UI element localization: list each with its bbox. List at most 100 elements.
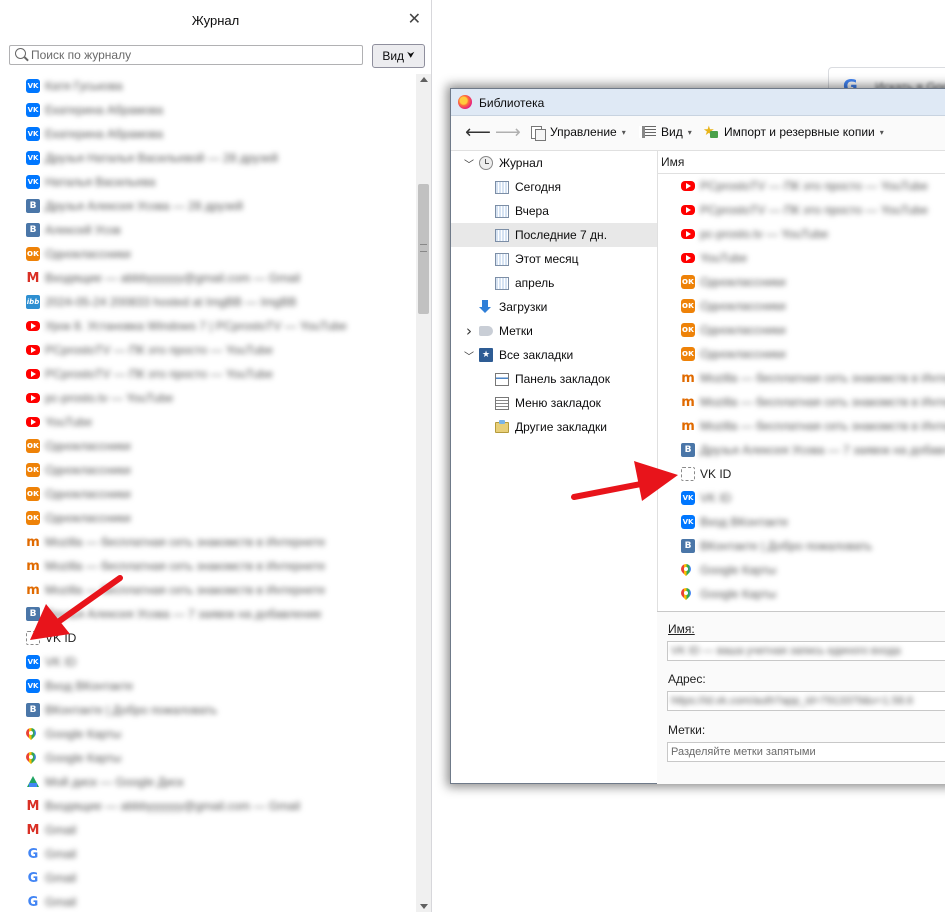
item-title: VK ID xyxy=(700,467,732,481)
history-item[interactable]: m Mozilla — бесплатная сеть знакомств в И… xyxy=(657,390,945,414)
history-item[interactable]: m Mozilla — бесплатная сеть знакомств в И… xyxy=(0,530,416,554)
chevron-down-icon[interactable]: ﹀ xyxy=(463,348,475,363)
history-item[interactable]: ок Одноклассники xyxy=(657,342,945,366)
history-item[interactable]: VK ID xyxy=(0,626,416,650)
tree-item[interactable]: Этот месяц xyxy=(451,247,657,271)
item-title: Екатерина Абрамова xyxy=(45,127,164,141)
history-item[interactable]: m Mozilla — бесплатная сеть знакомств в И… xyxy=(657,366,945,390)
history-item[interactable]: Google Карты xyxy=(0,746,416,770)
chevron-down-icon[interactable]: ﹀ xyxy=(463,156,475,171)
item-title: Gmail xyxy=(45,895,77,909)
close-icon[interactable]: ✕ xyxy=(408,9,421,29)
history-sidebar: Журнал ✕ Вид ⮟ VK Катя Гуськова VK Екатерин… xyxy=(0,0,432,912)
history-item[interactable]: PCprostoTV — ПК это просто — YouTube xyxy=(0,362,416,386)
history-item[interactable]: VK Екатерина Абрамова xyxy=(0,98,416,122)
address-label: Адрес: xyxy=(668,672,706,686)
history-search-box[interactable] xyxy=(9,45,363,65)
tree-item[interactable]: Другие закладки xyxy=(451,415,657,439)
history-item[interactable]: VK Наталья Васильева xyxy=(0,170,416,194)
history-item[interactable]: VK VK ID xyxy=(657,486,945,510)
history-item[interactable]: B ВКонтакте | Добро пожаловать xyxy=(657,534,945,558)
history-item[interactable]: VK VK ID xyxy=(0,650,416,674)
bookmarks-toolbar-icon xyxy=(495,372,509,386)
history-item[interactable]: m Mozilla — бесплатная сеть знакомств в И… xyxy=(0,554,416,578)
history-item[interactable]: PCprostoTV — ПК это просто — YouTube xyxy=(657,198,945,222)
tree-item[interactable]: Вчера xyxy=(451,199,657,223)
address-field[interactable]: https://id.vk.com/auth?app_id=7913379&v=… xyxy=(667,691,945,711)
view-menu-button[interactable]: Вид ▾ xyxy=(639,125,692,139)
history-item[interactable]: Google Карты xyxy=(0,722,416,746)
tree-item[interactable]: апрель xyxy=(451,271,657,295)
name-field[interactable]: VK ID — ваша учетная запись единого вход… xyxy=(667,641,945,661)
history-item[interactable]: M Входящие — abbbyyyyyy@gmail.com — Gmail xyxy=(0,266,416,290)
history-item[interactable]: G Gmail xyxy=(0,842,416,866)
scroll-up-icon[interactable] xyxy=(420,77,428,82)
history-item[interactable]: YouTube xyxy=(657,246,945,270)
youtube-icon xyxy=(26,417,40,427)
history-search-input[interactable] xyxy=(31,47,351,63)
history-item[interactable]: pc-prosto.tv — YouTube xyxy=(657,222,945,246)
history-item[interactable]: G Gmail xyxy=(0,890,416,912)
tree-item[interactable]: Меню закладок xyxy=(451,391,657,415)
vkontakte-b-icon: B xyxy=(26,199,40,213)
library-titlebar[interactable]: Библиотека xyxy=(451,89,945,116)
history-item[interactable]: ibb 2024-05-24 200833 hosted at ImgBB — I… xyxy=(0,290,416,314)
history-item[interactable]: PCprostoTV — ПК это просто — YouTube xyxy=(0,338,416,362)
forward-arrow-icon[interactable]: ⟶ xyxy=(495,122,521,143)
tree-item[interactable]: ﹀ Журнал xyxy=(451,151,657,175)
history-item[interactable]: G Gmail xyxy=(0,866,416,890)
history-item[interactable]: B ВКонтакте | Добро пожаловать xyxy=(0,698,416,722)
history-item[interactable]: VK Друзья Наталья Васильевой — 28 друзей xyxy=(0,146,416,170)
history-item[interactable]: ок Одноклассники xyxy=(0,506,416,530)
bookmarks-star-icon: ★ xyxy=(479,348,493,362)
history-item[interactable]: pc-prosto.tv — YouTube xyxy=(0,386,416,410)
history-item[interactable]: ок Одноклассники xyxy=(0,458,416,482)
history-item[interactable]: m Mozilla — бесплатная сеть знакомств в И… xyxy=(657,414,945,438)
google-icon: G xyxy=(27,846,39,862)
history-item[interactable]: VK Вход ВКонтакте xyxy=(657,510,945,534)
history-item[interactable]: ок Одноклассники xyxy=(657,318,945,342)
tree-item[interactable]: Сегодня xyxy=(451,175,657,199)
history-item[interactable]: B Друзья Алексея Усова — 7 заявок на доба… xyxy=(657,438,945,462)
back-arrow-icon[interactable]: ⟵ xyxy=(465,122,491,143)
column-header-name[interactable]: Имя xyxy=(657,151,945,174)
history-item[interactable]: B Друзья Алексея Усова — 7 заявок на доба… xyxy=(0,602,416,626)
tree-item[interactable]: Панель закладок xyxy=(451,367,657,391)
tree-item[interactable]: ﹀ ★ Все закладки xyxy=(451,343,657,367)
tags-field[interactable]: Разделяйте метки запятыми xyxy=(667,742,945,762)
history-item[interactable]: Урок 8. Установка Windows 7 | PCprostoTV… xyxy=(0,314,416,338)
history-item[interactable]: VK Катя Гуськова xyxy=(0,74,416,98)
history-item[interactable]: M Входящие — abbbyyyyyy@gmail.com — Gmail xyxy=(0,794,416,818)
history-item[interactable]: ок Одноклассники xyxy=(0,242,416,266)
calendar-icon xyxy=(495,180,509,194)
history-item[interactable]: ок Одноклассники xyxy=(657,270,945,294)
tree-item[interactable]: › Метки xyxy=(451,319,657,343)
chevron-right-icon[interactable]: › xyxy=(463,322,475,340)
tree-item[interactable]: Последние 7 дн. xyxy=(451,223,657,247)
history-item[interactable]: M Gmail xyxy=(0,818,416,842)
history-item[interactable]: Мой диск — Google Диск xyxy=(0,770,416,794)
import-backup-menu-button[interactable]: Импорт и резервные копии ▾ xyxy=(703,123,884,139)
history-item[interactable]: B Друзья Алексея Усова — 28 друзей xyxy=(0,194,416,218)
history-item[interactable]: VK ID xyxy=(657,462,945,486)
item-title: Входящие — abbbyyyyyy@gmail.com — Gmail xyxy=(45,799,301,813)
sidebar-scrollbar[interactable] xyxy=(416,74,431,912)
history-item[interactable]: YouTube xyxy=(0,410,416,434)
history-item[interactable]: PCprostoTV — ПК это просто — YouTube xyxy=(657,174,945,198)
history-item[interactable]: Google Карты xyxy=(657,558,945,582)
history-item[interactable]: VK Екатерина Абрамова xyxy=(0,122,416,146)
scroll-down-icon[interactable] xyxy=(420,904,428,909)
manage-menu-button[interactable]: Управление ▾ xyxy=(531,125,626,141)
view-menu-button[interactable]: Вид ⮟ xyxy=(372,44,425,68)
gmail-icon: M xyxy=(26,822,40,838)
history-item[interactable]: m Mozilla — бесплатная сеть знакомств в И… xyxy=(0,578,416,602)
history-item[interactable]: ок Одноклассники xyxy=(0,434,416,458)
history-item[interactable]: ок Одноклассники xyxy=(0,482,416,506)
history-item[interactable]: VK Вход ВКонтакте xyxy=(0,674,416,698)
odnoklassniki-icon: ок xyxy=(681,275,695,289)
tree-item[interactable]: Загрузки xyxy=(451,295,657,319)
history-item[interactable]: ок Одноклассники xyxy=(657,294,945,318)
history-item[interactable]: B Алексей Усов xyxy=(0,218,416,242)
history-item[interactable]: Google Карты xyxy=(657,582,945,606)
mozilla-icon: m xyxy=(681,418,695,434)
